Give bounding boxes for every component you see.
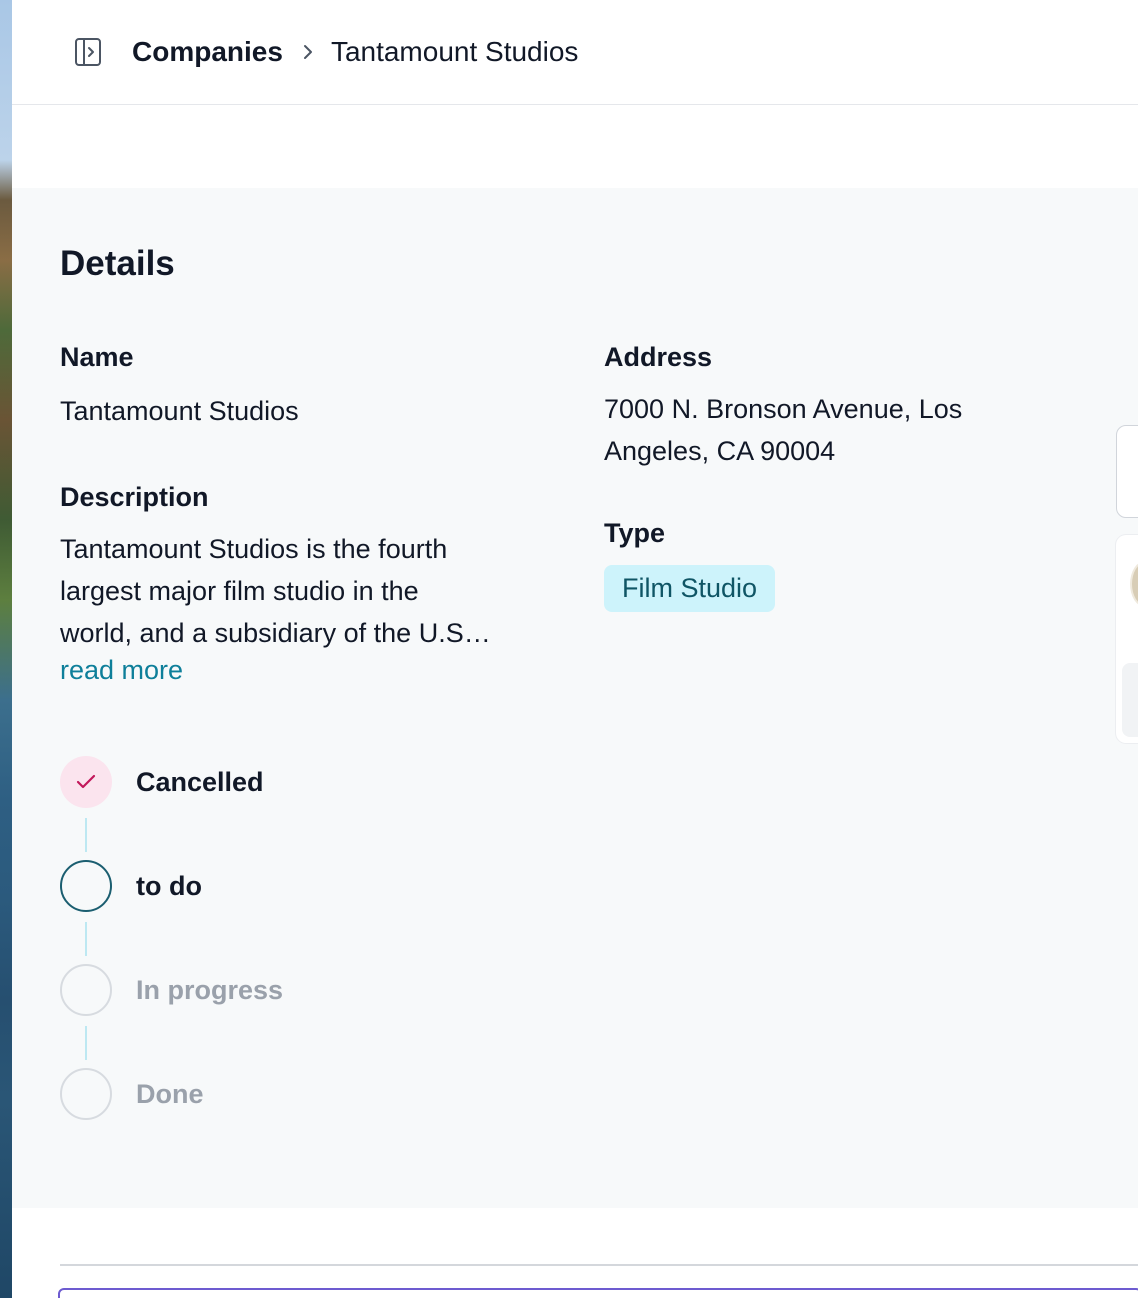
details-panel: Details Name Tantamount Studios Descript… [12,188,1138,1208]
app-window: Companies Tantamount Studios Details Nam… [12,0,1138,1298]
step-connector [85,922,87,956]
empty-step-circle-icon [60,964,112,1016]
address-line: 7000 N. Bronson Avenue, Los [604,394,963,424]
status-step-cancelled[interactable]: Cancelled [60,756,264,808]
empty-step-circle-icon [60,1068,112,1120]
breadcrumb: Companies Tantamount Studios [132,34,578,70]
current-step-circle-icon [60,860,112,912]
read-more-link[interactable]: read more [60,655,183,686]
address-line: Angeles, CA 90004 [604,436,836,466]
step-label: In progress [136,974,284,1005]
description-label: Description [60,482,209,512]
type-label: Type [604,518,666,548]
chevron-right-icon [301,42,315,62]
page-header: Companies Tantamount Studios [12,0,1138,105]
description-line: Tantamount Studios is the fourth [60,534,448,564]
step-label: Done [136,1078,204,1109]
step-label: to do [136,870,202,901]
description-line: largest major film studio in the [60,576,419,606]
breadcrumb-current: Tantamount Studios [330,36,579,67]
status-step-to-do[interactable]: to do [60,860,202,912]
name-value: Tantamount Studios [60,396,299,426]
status-step-in-progress[interactable]: In progress [60,964,283,1016]
check-icon [60,756,112,808]
name-label: Name [60,342,134,372]
side-card-section [1122,663,1138,737]
status-step-done[interactable]: Done [60,1068,204,1120]
address-label: Address [604,342,713,372]
side-card[interactable] [1116,425,1138,518]
sidebar-toggle-button[interactable] [73,37,103,67]
sidebar-toggle-icon [75,38,101,66]
step-connector [85,818,87,852]
section-divider [60,1264,1138,1266]
description-line: world, and a subsidiary of the U.S… [60,618,491,648]
focused-input[interactable] [58,1288,1138,1298]
desktop-wallpaper [0,0,12,1298]
step-label: Cancelled [136,766,264,797]
step-connector [85,1026,87,1060]
breadcrumb-companies-link[interactable]: Companies [132,36,283,68]
type-badge: Film Studio [604,565,776,612]
details-heading: Details [60,244,175,283]
